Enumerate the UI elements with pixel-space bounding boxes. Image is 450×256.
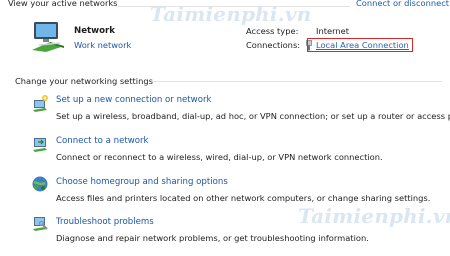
troubleshoot-link[interactable]: Troubleshoot problems	[56, 217, 154, 227]
connect-network-desc: Connect or reconnect to a wireless, wire…	[56, 152, 383, 162]
homegroup-link[interactable]: Choose homegroup and sharing options	[56, 177, 228, 187]
setup-connection-desc: Set up a wireless, broadband, dial-up, a…	[56, 111, 450, 121]
setup-connection-icon	[31, 94, 49, 114]
connect-network-link[interactable]: Connect to a network	[56, 136, 149, 146]
connect-network-icon	[31, 134, 49, 154]
homegroup-icon	[31, 175, 49, 195]
network-type-link[interactable]: Work network	[74, 40, 131, 50]
settings-header: Change your networking settings	[15, 76, 153, 86]
homegroup-desc: Access files and printers located on oth…	[56, 193, 431, 203]
setup-connection-link[interactable]: Set up a new connection or network	[56, 95, 211, 105]
network-icon	[30, 20, 66, 54]
troubleshoot-icon	[31, 214, 49, 234]
network-name: Network	[74, 26, 115, 36]
active-networks-header: View your active networks	[8, 0, 118, 8]
watermark-logo-top: Taimienphi.vn	[150, 2, 312, 26]
highlight-box	[307, 38, 413, 52]
connections-label: Connections:	[246, 40, 301, 50]
watermark-logo-bottom: Taimienphi.vn	[298, 204, 450, 228]
access-type-value: Internet	[316, 26, 349, 36]
settings-divider	[152, 81, 442, 82]
access-type-label: Access type:	[246, 26, 299, 36]
connect-or-disconnect-link[interactable]: Connect or disconnect	[356, 0, 449, 8]
troubleshoot-desc: Diagnose and repair network problems, or…	[56, 233, 369, 243]
